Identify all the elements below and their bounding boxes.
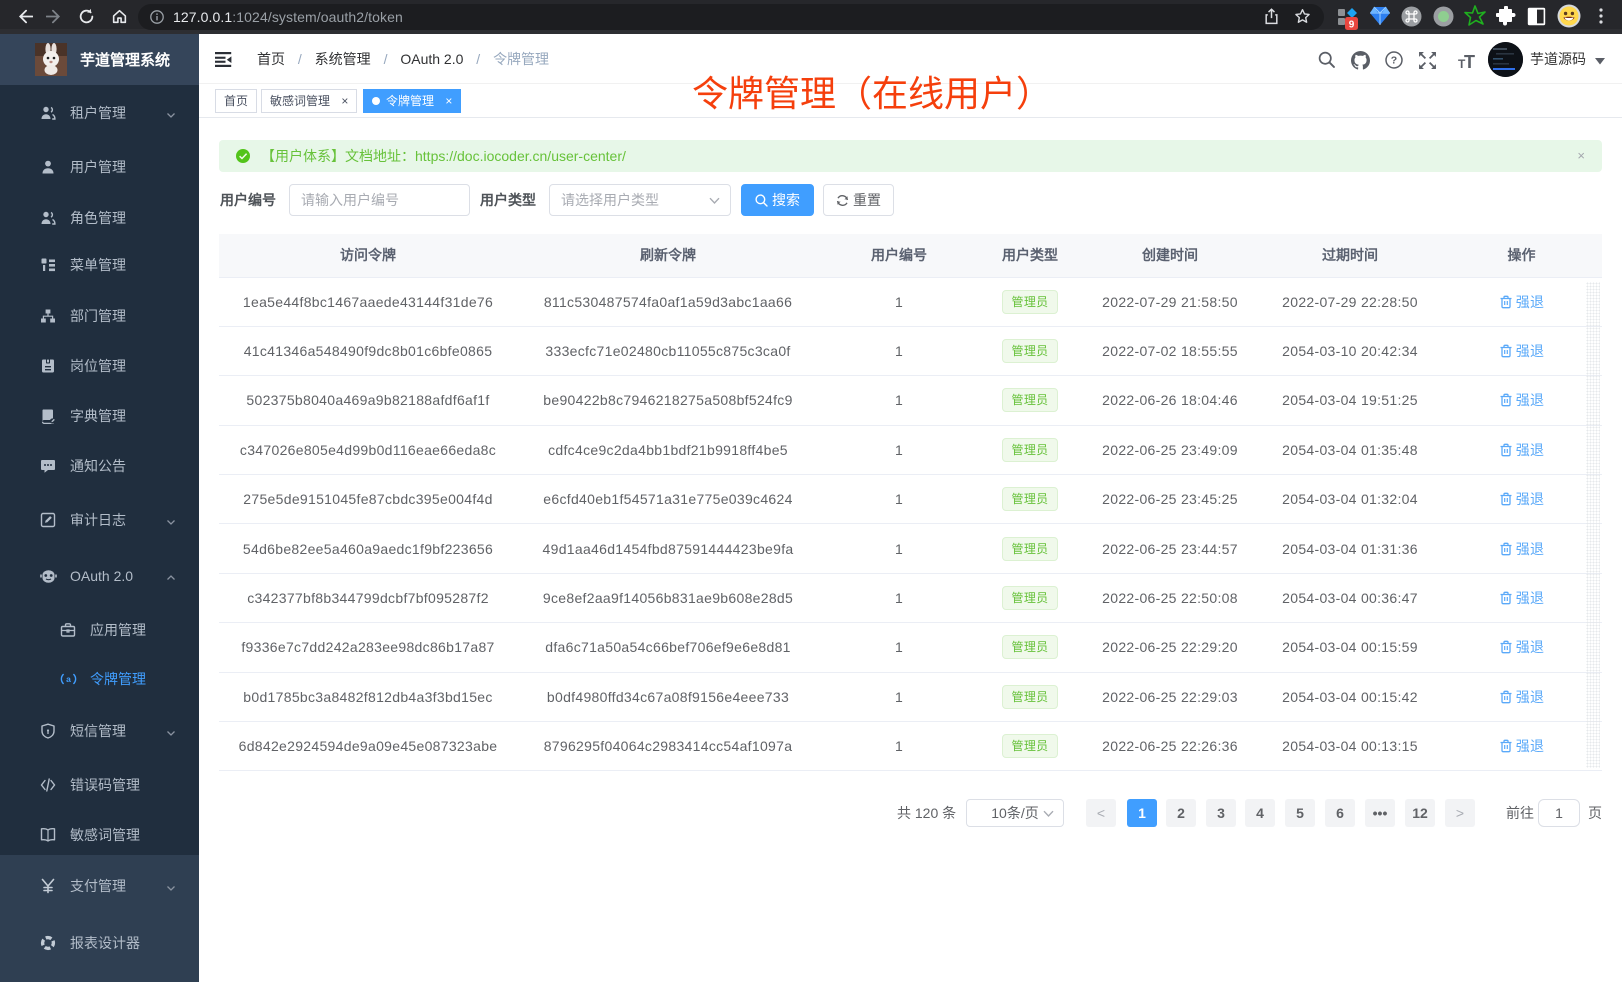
svg-text:a: a bbox=[66, 674, 71, 684]
svg-text:9: 9 bbox=[1349, 20, 1355, 31]
svg-text:?: ? bbox=[1391, 55, 1397, 67]
svg-text:T: T bbox=[1464, 52, 1475, 70]
